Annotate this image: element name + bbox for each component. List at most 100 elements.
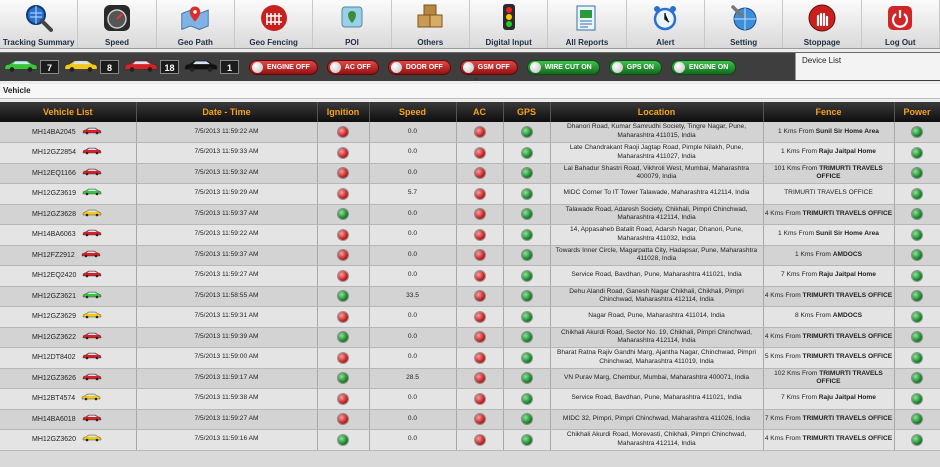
gps-status-green-icon <box>521 168 532 179</box>
power-cell <box>894 327 940 348</box>
table-row[interactable]: MH12EQ1166 7/5/2013 11:59:32 AM 0.0 Lal Bah… <box>0 163 940 184</box>
status-filter-wire-cut-on[interactable]: WIRE CUT ON <box>526 59 600 75</box>
toolbar-alert-button[interactable]: Alert <box>627 0 705 48</box>
table-row[interactable]: MH12GZ3622 7/5/2013 11:59:39 AM 0.0 Chikhal… <box>0 327 940 348</box>
column-header-location[interactable]: Location <box>550 102 764 122</box>
car-count-filter[interactable]: 8 <box>63 57 119 78</box>
magnifier-globe-icon <box>24 3 54 33</box>
status-filter-gps-on[interactable]: GPS ON <box>608 59 662 75</box>
toolbar-poi-button[interactable]: POI <box>313 0 392 48</box>
ac-cell <box>456 245 504 266</box>
toolbar-label: Geo Fencing <box>249 38 298 47</box>
car-count-filter[interactable]: 1 <box>183 57 239 78</box>
ac-status-red-icon <box>474 270 485 281</box>
column-header-ac[interactable]: AC <box>456 102 504 122</box>
car-icon <box>82 269 102 282</box>
vehicle-cell[interactable]: MH12GZ3628 <box>0 204 137 225</box>
column-header-gps[interactable]: GPS <box>503 102 551 122</box>
table-row[interactable]: MH12GZ3629 7/5/2013 11:59:31 AM 0.0 Nagar R… <box>0 306 940 328</box>
fence-place: TRIMURTI TRAVELS OFFICE <box>802 414 893 422</box>
vehicle-number: MH12GZ3620 <box>32 436 76 444</box>
fence-distance: 7 Kms From <box>781 394 819 402</box>
toolbar-label: Speed <box>104 38 129 47</box>
column-header-power[interactable]: Power <box>894 102 940 122</box>
table-row[interactable]: MH12DT8402 7/5/2013 11:59:00 AM 0.0 Bharat … <box>0 347 940 369</box>
vehicle-cell[interactable]: MH12GZ3620 <box>0 429 137 451</box>
column-header-date-time[interactable]: Date - Time <box>136 102 318 122</box>
vehicle-number: MH12GZ2854 <box>32 149 76 157</box>
vehicle-number: MH12GZ3629 <box>32 313 76 321</box>
device-list-panel[interactable]: Device List <box>795 53 940 80</box>
power-cell <box>894 388 940 410</box>
vehicle-number: MH12GZ3626 <box>32 375 76 383</box>
toolbar-geo-path-button[interactable]: Geo Path <box>157 0 235 48</box>
status-filter-gsm-off[interactable]: GSM OFF <box>459 59 518 75</box>
table-row[interactable]: MH14BA2045 7/5/2013 11:59:22 AM 0.0 Dhanori… <box>0 122 940 143</box>
table-row[interactable]: MH12EQ2420 7/5/2013 11:59:27 AM 0.0 Service… <box>0 265 940 287</box>
status-filter-door-off[interactable]: DOOR OFF <box>387 59 451 75</box>
vehicle-cell[interactable]: MH12GZ3619 <box>0 183 137 205</box>
table-row[interactable]: MH14BA6018 7/5/2013 11:59:27 AM 0.0 MIDC 32… <box>0 409 940 430</box>
vehicle-cell[interactable]: MH12DT8402 <box>0 347 137 369</box>
fence-place: Sunil Sir Home Area <box>815 230 879 238</box>
vehicle-cell[interactable]: MH12GZ3626 <box>0 368 137 389</box>
toolbar-all-reports-button[interactable]: All Reports <box>548 0 627 48</box>
status-filter-engine-off[interactable]: ENGINE OFF <box>249 59 318 75</box>
table-row[interactable]: MH12GZ3619 7/5/2013 11:59:29 AM 5.7 MIDC Co… <box>0 183 940 205</box>
status-filter-label: AC OFF <box>344 63 371 71</box>
power-status-green-icon <box>912 209 922 220</box>
power-cell <box>894 245 940 266</box>
vehicle-cell[interactable]: MH12FZ2912 <box>0 245 137 266</box>
ignition-cell <box>317 429 370 451</box>
column-header-speed[interactable]: Speed <box>369 102 457 122</box>
vehicle-cell[interactable]: MH12GZ3629 <box>0 306 137 328</box>
car-count-filter[interactable]: 18 <box>123 57 179 78</box>
vehicle-cell[interactable]: MH12EQ2420 <box>0 265 137 287</box>
fence-cell: 4 Kms From TRIMURTI TRAVELS OFFICE <box>763 286 895 307</box>
vehicle-cell[interactable]: MH12GZ3622 <box>0 327 137 348</box>
fence-cell: 4 Kms From TRIMURTI TRAVELS OFFICE <box>763 327 895 348</box>
power-status-green-icon <box>912 311 922 322</box>
gps-cell <box>503 183 551 205</box>
column-header-ignition[interactable]: Ignition <box>317 102 370 122</box>
ignition-cell <box>317 286 370 307</box>
speed-cell: 0.0 <box>369 327 457 348</box>
table-row[interactable]: MH14BA6063 7/5/2013 11:59:22 AM 0.0 14, App… <box>0 224 940 246</box>
table-row[interactable]: MH12GZ2854 7/5/2013 11:59:33 AM 0.0 Late Ch… <box>0 142 940 164</box>
vehicle-cell[interactable]: MH12BT4574 <box>0 388 137 410</box>
status-filter-engine-on[interactable]: ENGINE ON <box>670 59 737 75</box>
vehicle-cell[interactable]: MH14BA6063 <box>0 224 137 246</box>
radio-dot-icon <box>390 61 402 73</box>
table-row[interactable]: MH12GZ3620 7/5/2013 11:59:16 AM 0.0 Chikhal… <box>0 429 940 451</box>
table-row[interactable]: MH12GZ3628 7/5/2013 11:59:37 AM 0.0 Talawad… <box>0 204 940 225</box>
toolbar-speed-button[interactable]: Speed <box>78 0 157 48</box>
column-header-fence[interactable]: Fence <box>763 102 895 122</box>
table-row[interactable]: MH12FZ2912 7/5/2013 11:59:37 AM 0.0 Towards… <box>0 245 940 266</box>
datetime-cell: 7/5/2013 11:59:37 AM <box>136 245 318 266</box>
table-row[interactable]: MH12BT4574 7/5/2013 11:59:38 AM 0.0 Service… <box>0 388 940 410</box>
vehicle-cell[interactable]: MH12EQ1166 <box>0 163 137 184</box>
vehicle-cell[interactable]: MH14BA6018 <box>0 409 137 430</box>
toolbar-tracking-summary-button[interactable]: Tracking Summary <box>0 0 79 48</box>
collapse-arrow-icon[interactable] <box>473 78 479 81</box>
toolbar-geo-fencing-button[interactable]: Geo Fencing <box>235 0 314 48</box>
car-count-filter[interactable]: 7 <box>3 57 59 78</box>
vehicle-table-container[interactable]: Vehicle List Date - Time Ignition Speed AC GP… <box>0 102 940 467</box>
toolbar-stoppage-button[interactable]: Stoppage <box>783 0 862 48</box>
toolbar-digital-input-button[interactable]: Digital Input <box>470 0 549 48</box>
table-row[interactable]: MH12GZ3626 7/5/2013 11:59:17 AM 28.5 VN Pur… <box>0 368 940 389</box>
column-header-vehicle-list[interactable]: Vehicle List <box>0 102 137 122</box>
table-row[interactable]: MH12GZ3621 7/5/2013 11:58:55 AM 33.5 Dehu A… <box>0 286 940 307</box>
toolbar-label: Setting <box>730 38 758 47</box>
ignition-status-red-icon <box>338 393 348 404</box>
toolbar-log-out-button[interactable]: Log Out <box>862 0 940 48</box>
speed-cell: 0.0 <box>369 347 457 369</box>
wrench-globe-icon <box>729 3 759 33</box>
status-filter-ac-off[interactable]: AC OFF <box>326 59 379 75</box>
toolbar-others-button[interactable]: Others <box>392 0 470 48</box>
vehicle-cell[interactable]: MH12GZ2854 <box>0 142 137 164</box>
vehicle-cell[interactable]: MH12GZ3621 <box>0 286 137 307</box>
car-icon <box>82 146 102 159</box>
toolbar-setting-button[interactable]: Setting <box>705 0 784 48</box>
vehicle-cell[interactable]: MH14BA2045 <box>0 122 137 143</box>
